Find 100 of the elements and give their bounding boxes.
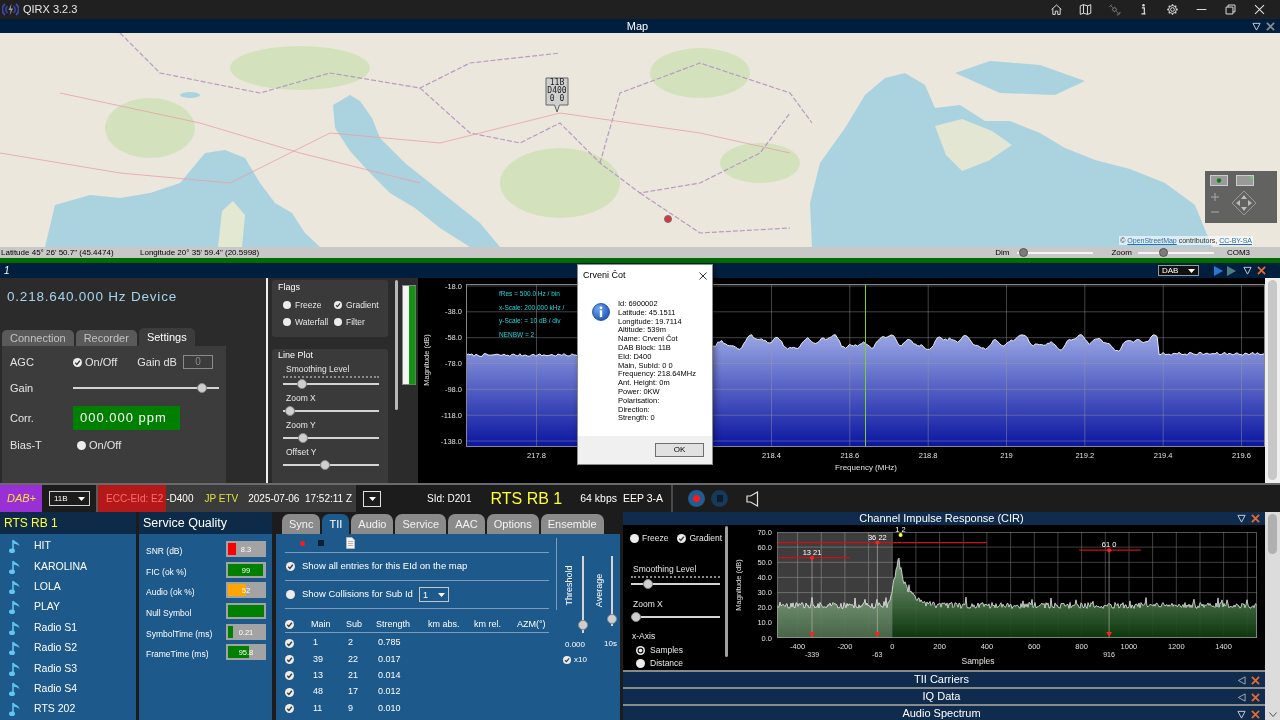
close-icon[interactable]	[1257, 266, 1266, 275]
home-icon[interactable]	[1050, 3, 1063, 16]
service-item[interactable]: Radio S1	[0, 617, 136, 638]
checkbox[interactable]	[286, 590, 295, 599]
coordinate-label: Latitude 45° 26' 50.7" (45.4474)	[1, 247, 114, 257]
map-marker[interactable]: 11B D400 0 0	[545, 77, 569, 113]
music-note-icon	[9, 599, 21, 616]
scrollbar[interactable]	[395, 280, 398, 410]
scrollbar[interactable]	[725, 526, 728, 657]
column-header: Strength	[376, 617, 411, 631]
document-icon[interactable]	[346, 537, 355, 549]
slider-label: Smoothing Level	[633, 564, 697, 574]
slider-thumb[interactable]	[1159, 248, 1169, 257]
marker-text: D400	[547, 87, 567, 95]
restore-icon[interactable]	[1224, 3, 1237, 16]
radio-button[interactable]	[636, 658, 645, 668]
checkbox[interactable]	[285, 654, 294, 664]
radio-button[interactable]	[636, 645, 645, 655]
channel-dropdown[interactable]: 11B	[49, 491, 90, 506]
map-layer-icon[interactable]	[1210, 175, 1228, 186]
setting-label: Gain	[10, 382, 34, 394]
service-item[interactable]: PLAY	[0, 597, 136, 618]
play-icon[interactable]	[1227, 265, 1236, 276]
map-icon[interactable]	[1079, 3, 1092, 16]
service-item[interactable]: LOLA	[0, 576, 136, 598]
triangle-down-icon[interactable]	[1243, 266, 1252, 275]
panel-title: Channel Impulse Response (CIR)	[859, 512, 1024, 525]
checkbox[interactable]	[286, 562, 295, 571]
checkbox[interactable]	[285, 638, 294, 648]
music-note-icon	[9, 578, 21, 595]
checkbox[interactable]	[285, 671, 294, 681]
scrollbar-thumb[interactable]	[1268, 514, 1277, 554]
checkbox[interactable]	[677, 533, 687, 543]
speaker-icon[interactable]	[746, 490, 760, 507]
column-header: Main	[311, 617, 331, 631]
triangle-left-icon[interactable]	[1237, 675, 1246, 685]
slider-thumb[interactable]	[577, 620, 588, 631]
triangle-down-icon[interactable]	[1237, 514, 1246, 523]
dropdown-button[interactable]	[363, 490, 381, 507]
triangle-down-icon[interactable]	[1237, 709, 1246, 719]
checkbox[interactable]	[283, 318, 291, 326]
service-item[interactable]: RTS 202	[0, 699, 136, 720]
service-item[interactable]: HIT	[0, 536, 136, 557]
port-label: COM3	[1226, 247, 1250, 258]
timestamp: 2025-07-06 17:52:11 Z	[248, 492, 352, 506]
setting-label: AGC	[10, 356, 34, 368]
play-icon[interactable]	[1214, 265, 1223, 276]
checkbox[interactable]	[563, 656, 572, 664]
panel-title: IQ Data	[922, 690, 961, 703]
table-cell: 17	[348, 685, 358, 699]
record-icon	[693, 495, 701, 502]
triangle-down-icon[interactable]	[1252, 21, 1261, 31]
ok-button[interactable]: OK	[655, 443, 704, 457]
checkbox[interactable]	[285, 703, 294, 713]
checkbox[interactable]	[285, 687, 294, 697]
scrollbar[interactable]	[1265, 512, 1280, 720]
checkbox[interactable]	[73, 357, 82, 367]
mode-dropdown[interactable]: DAB	[1158, 265, 1199, 276]
marker-text: 11B	[549, 79, 565, 87]
chevron-down-icon[interactable]	[1268, 712, 1277, 717]
checkbox[interactable]	[334, 301, 342, 309]
pan-control-icon[interactable]	[1231, 190, 1257, 216]
tab[interactable]: Connection	[2, 330, 74, 346]
slider-thumb[interactable]	[296, 379, 307, 389]
slider-thumb[interactable]	[297, 433, 308, 443]
service-item[interactable]: Radio S3	[0, 658, 136, 679]
checkbox[interactable]	[283, 301, 291, 309]
column-header: km abs.	[428, 617, 460, 631]
quality-label: FrameTime (ms)	[146, 649, 209, 660]
checkbox[interactable]	[630, 533, 639, 543]
tab[interactable]: TII	[322, 514, 350, 534]
checkbox-label: x10	[574, 655, 587, 665]
settings-icon[interactable]	[1166, 3, 1179, 16]
satellite-icon[interactable]	[1108, 3, 1121, 16]
record-button[interactable]	[688, 490, 706, 507]
close-icon[interactable]	[699, 271, 707, 280]
service-item[interactable]: KAROLINA	[0, 556, 136, 577]
slider-thumb[interactable]	[284, 406, 295, 416]
slider-thumb[interactable]	[1019, 248, 1029, 257]
slider-thumb[interactable]	[607, 613, 617, 624]
slider-thumb[interactable]	[196, 383, 207, 393]
correction-field[interactable]: 000.000 ppm	[73, 406, 180, 430]
sub-id-dropdown[interactable]: 1	[418, 587, 449, 602]
service-item[interactable]: Radio S4	[0, 678, 136, 700]
axis-title: Samples	[961, 656, 995, 666]
tab[interactable]: Recorder	[75, 330, 137, 346]
checkbox-label: Show Collisions for Sub Id	[302, 587, 413, 602]
checkbox[interactable]	[77, 440, 86, 450]
tab[interactable]: Settings	[138, 328, 195, 346]
table-cell: 0.012	[378, 685, 401, 699]
slider-thumb[interactable]	[631, 612, 641, 622]
triangle-left-icon[interactable]	[1237, 692, 1246, 702]
slider-thumb[interactable]	[642, 579, 653, 589]
checkbox[interactable]	[334, 318, 342, 326]
checkbox-label: Waterfall	[295, 317, 329, 327]
setting-label: Bias-T	[10, 439, 42, 451]
service-item[interactable]: Radio S2	[0, 637, 136, 659]
slider-label: Dim	[995, 247, 1010, 258]
checkbox[interactable]	[285, 620, 294, 629]
slider-thumb[interactable]	[319, 460, 330, 470]
